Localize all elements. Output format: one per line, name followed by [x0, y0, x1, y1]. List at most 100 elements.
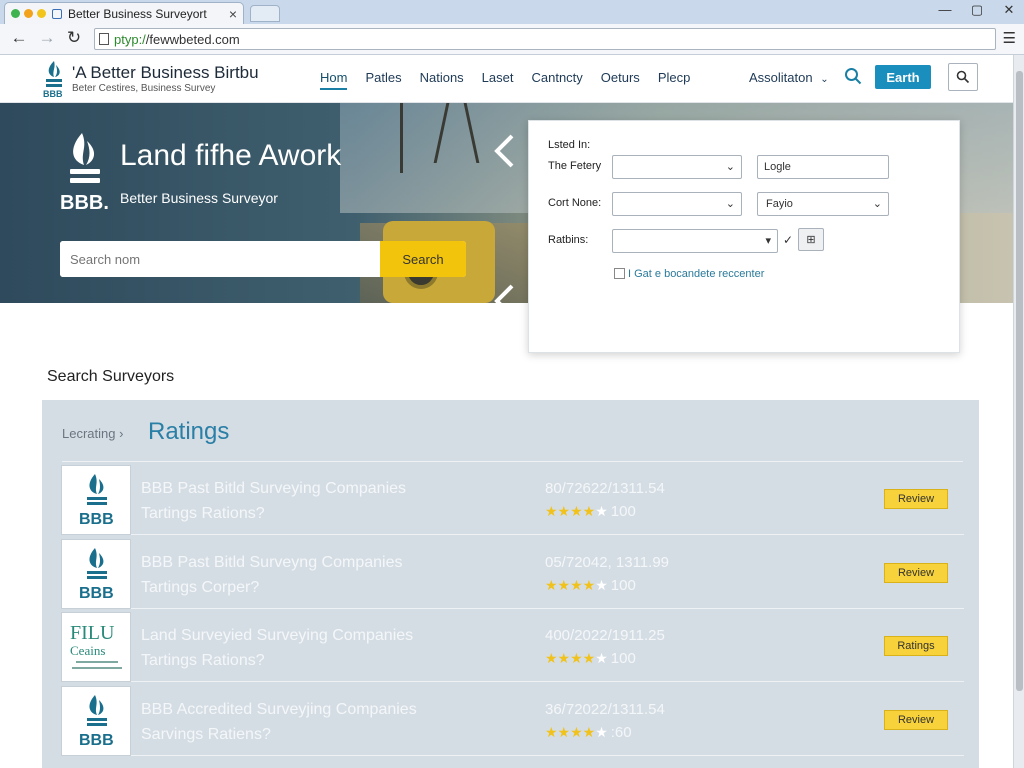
locate-checkbox-label[interactable]: I Gat e bocandete reccenter [628, 268, 764, 280]
earth-button[interactable]: Earth [875, 65, 931, 89]
browser-tab-bar: Better Business Surveyort × — ▢ ✕ [0, 0, 1024, 24]
search-icon[interactable] [844, 67, 862, 85]
row-logo-text: BBB [79, 585, 114, 602]
tab-title: Better Business Surveyort [68, 6, 207, 21]
review-button[interactable]: Review [884, 563, 948, 583]
filter-label-ratbins: Ratbins: [548, 234, 589, 246]
nav-item-cantncty[interactable]: Cantncty [531, 70, 582, 90]
star-empty-icon: ★ [595, 503, 608, 519]
brand-name: Better Business Birtbu [90, 63, 259, 82]
row-date: 05/72042, 1311.99 [545, 554, 670, 571]
row-title[interactable]: BBB Past Bitld Surveying Companies [141, 480, 406, 498]
nav-item-nations[interactable]: Nations [420, 70, 464, 90]
result-row[interactable]: FILU Ceains Land Surveyied Surveying Com… [61, 610, 964, 682]
filter-apply-button[interactable]: ⊞ [798, 228, 824, 251]
result-row[interactable]: BBB BBB Past Bitld Surveying Companies T… [61, 463, 964, 535]
rating-score: :60 [610, 724, 632, 741]
filter-label-fetery: The Fetery [548, 160, 602, 172]
main-nav: Hom Patles Nations Laset Cantncty Oeturs… [320, 70, 708, 90]
tower-structure [400, 103, 403, 173]
carousel-prev-icon[interactable] [492, 133, 516, 169]
rating-score: 100 [610, 503, 636, 520]
page-scrollbar[interactable] [1013, 55, 1024, 768]
hero-logo-text: BBB. [60, 192, 109, 211]
url-field[interactable]: ptyp:/ /fewwbeted.com [94, 28, 996, 50]
star-icon: ★★★★ [545, 577, 596, 593]
logle-field[interactable]: Logle [757, 155, 889, 179]
back-arrow-icon[interactable]: ← [8, 28, 30, 48]
row-subtitle: Tartings Rations? [141, 505, 265, 522]
nav-item-laset[interactable]: Laset [482, 70, 514, 90]
nav-item-plecp[interactable]: Plecp [658, 70, 691, 90]
locate-checkbox[interactable] [614, 268, 625, 279]
nav-item-oeturs[interactable]: Oeturs [601, 70, 640, 90]
nav-item-patles[interactable]: Patles [365, 70, 401, 90]
bbb-hero-logo-icon: BBB. [60, 133, 109, 211]
row-logo-text: BBB [79, 732, 114, 749]
new-tab-button[interactable] [250, 5, 280, 22]
window-dot-yellow-icon[interactable] [37, 9, 46, 18]
window-dot-orange-icon[interactable] [24, 9, 33, 18]
bbb-logo-icon[interactable]: BBB [42, 59, 70, 99]
carousel-prev-icon[interactable] [492, 283, 516, 303]
divider [62, 461, 963, 462]
section-title: Search Surveyors [47, 368, 175, 385]
hero-search-button[interactable]: Search [380, 241, 466, 277]
bbb-logo-icon: BBB [61, 539, 131, 609]
scrollbar-thumb[interactable] [1016, 71, 1023, 691]
row-title[interactable]: Land Surveyied Surveying Companies [141, 627, 413, 645]
chevron-down-icon: ⌄ [725, 198, 735, 210]
hero-search-input[interactable] [60, 241, 380, 277]
ratings-button[interactable]: Ratings [884, 636, 948, 656]
ratbins-select[interactable]: ▾ [612, 229, 778, 253]
row-title[interactable]: BBB Past Bitld Surveyng Companies [141, 554, 402, 572]
page-icon [99, 33, 109, 45]
result-row[interactable]: BBB BBB Past Bitld Surveyng Companies Ta… [61, 537, 964, 609]
star-rating: ★★★★★ 100 [545, 503, 636, 520]
association-dropdown[interactable]: Assolitaton ⌄ [749, 70, 829, 85]
address-bar: ← → ↻ ptyp:/ /fewwbeted.com ☰ [0, 24, 1024, 55]
url-text: /fewwbeted.com [145, 31, 240, 47]
review-button[interactable]: Review [884, 489, 948, 509]
listed-in-label: Lsted In: [548, 139, 591, 151]
minimize-button[interactable]: — [934, 2, 956, 18]
brand-title[interactable]: 'A Better Business Birtbu [72, 63, 259, 83]
row-subtitle: Tartings Rations? [141, 652, 265, 669]
row-date: 400/2022/1911.25 [545, 627, 665, 644]
tab-favicon-icon [52, 8, 62, 19]
browser-menu-icon[interactable]: ☰ [1003, 29, 1016, 47]
tab-close-icon[interactable]: × [229, 6, 237, 22]
reload-icon[interactable]: ↻ [63, 28, 85, 48]
magnifier-icon [956, 70, 970, 84]
chevron-down-icon: ⌄ [872, 198, 882, 210]
association-label: Assolitaton [749, 70, 813, 85]
star-empty-icon: ★ [595, 577, 608, 593]
fetery-select[interactable]: ⌄ [612, 155, 742, 179]
browser-tab[interactable]: Better Business Surveyort × [4, 2, 244, 24]
star-empty-icon: ★ [595, 650, 608, 666]
review-button[interactable]: Review [884, 710, 948, 730]
rating-score: 100 [610, 577, 636, 594]
forward-arrow-icon[interactable]: → [36, 28, 58, 48]
star-icon: ★★★★ [545, 650, 596, 666]
row-title[interactable]: BBB Accredited Surveyjing Companies [141, 701, 417, 719]
row-subtitle: Sarvings Ratiens? [141, 726, 271, 743]
star-icon: ★★★★ [545, 724, 596, 740]
hero-subtitle: Better Business Surveyor [120, 190, 278, 206]
star-empty-icon: ★ [595, 724, 608, 740]
header-search-button[interactable] [948, 63, 978, 91]
restore-button[interactable]: ▢ [966, 2, 988, 18]
nav-item-home[interactable]: Hom [320, 70, 348, 90]
chevron-down-icon: ⌄ [820, 74, 829, 85]
breadcrumb[interactable]: Lecrating › [62, 426, 123, 441]
row-date: 36/72022/1311.54 [545, 701, 665, 718]
window-dot-green-icon[interactable] [11, 9, 20, 18]
star-rating: ★★★★★ 100 [545, 577, 636, 594]
result-row[interactable]: BBB BBB Accredited Surveyjing Companies … [61, 684, 964, 756]
cort-none-select[interactable]: ⌄ [612, 192, 742, 216]
window-traffic-lights [11, 9, 46, 18]
row-logo-subtext: Ceains [70, 643, 105, 658]
svg-text:BBB: BBB [43, 89, 63, 99]
close-window-button[interactable]: ✕ [998, 2, 1020, 18]
fayio-select[interactable]: Fayio ⌄ [757, 192, 889, 216]
